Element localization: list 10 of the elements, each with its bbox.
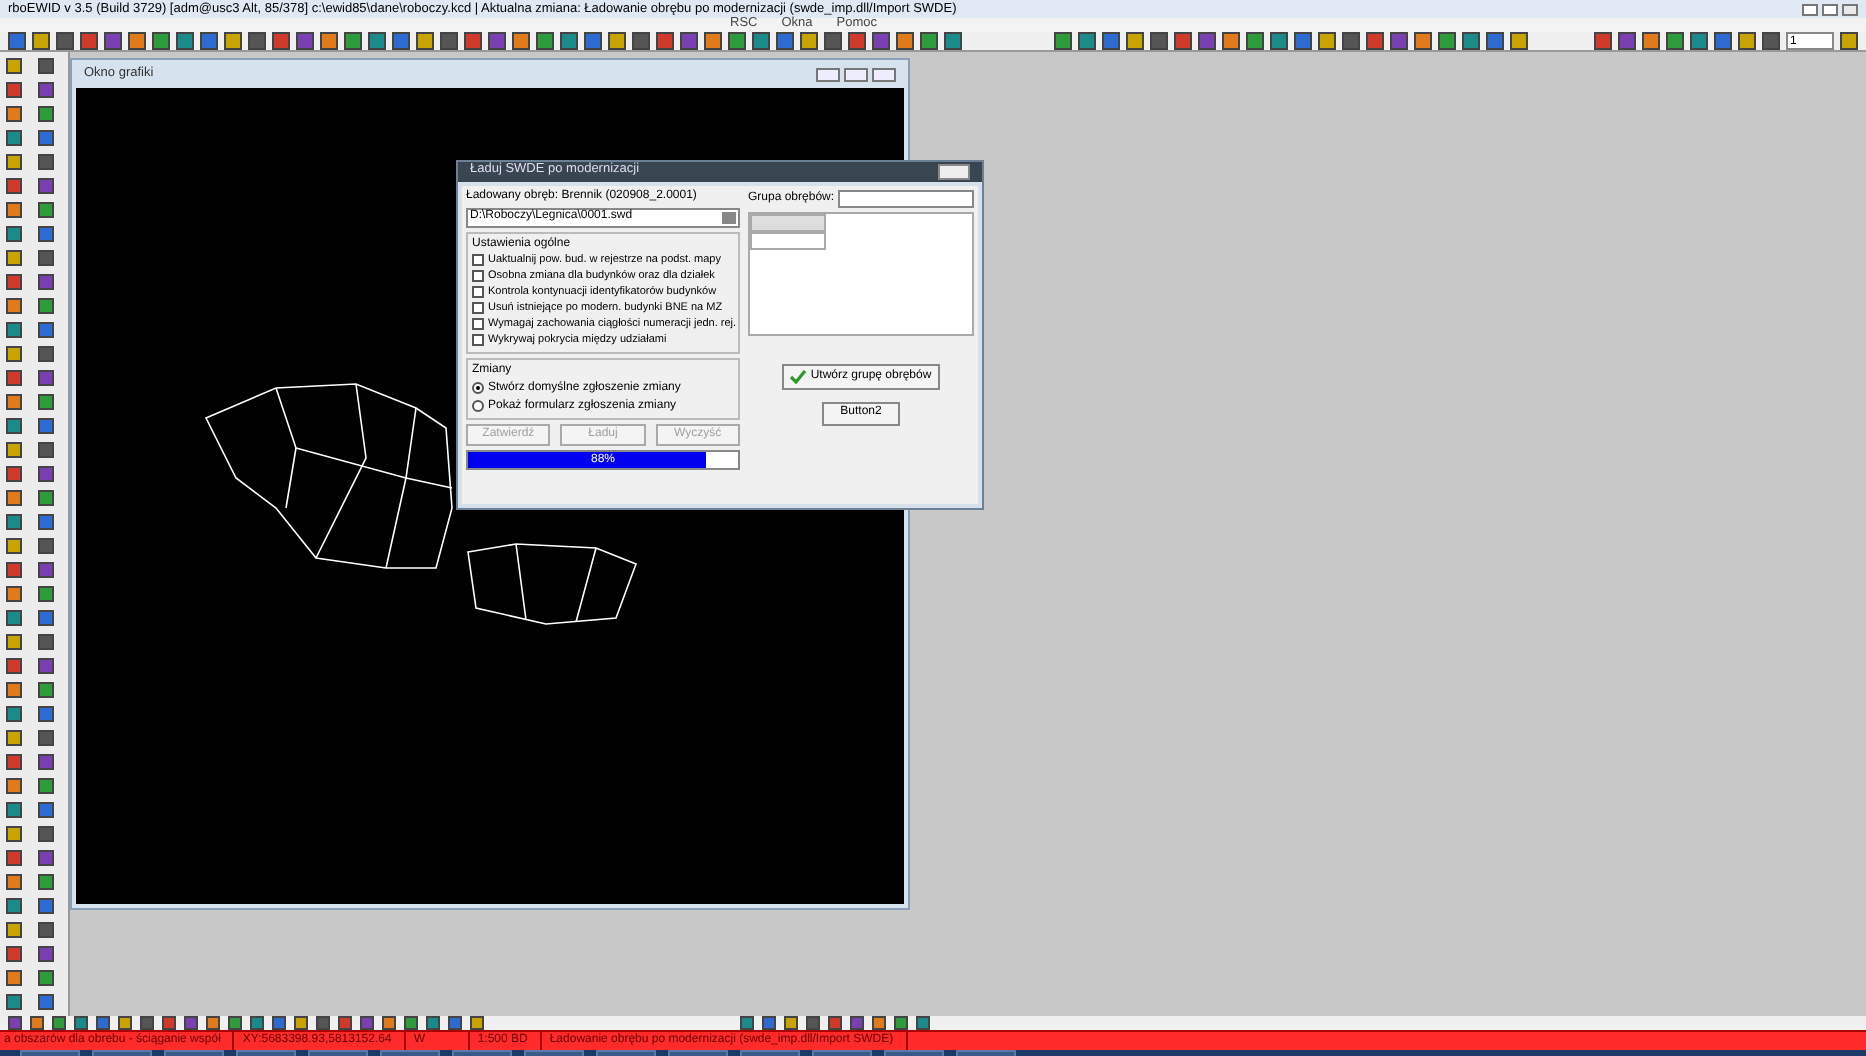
checkmark-icon bbox=[790, 369, 807, 383]
checkbox[interactable] bbox=[472, 254, 484, 266]
radio-button[interactable] bbox=[472, 400, 484, 412]
checkbox[interactable] bbox=[472, 318, 484, 330]
checkbox[interactable] bbox=[472, 286, 484, 298]
group-dropdown[interactable] bbox=[838, 189, 974, 207]
radio-button[interactable] bbox=[472, 382, 484, 394]
checkbox[interactable] bbox=[472, 270, 484, 282]
checkbox[interactable] bbox=[472, 302, 484, 314]
checkbox[interactable] bbox=[472, 334, 484, 346]
